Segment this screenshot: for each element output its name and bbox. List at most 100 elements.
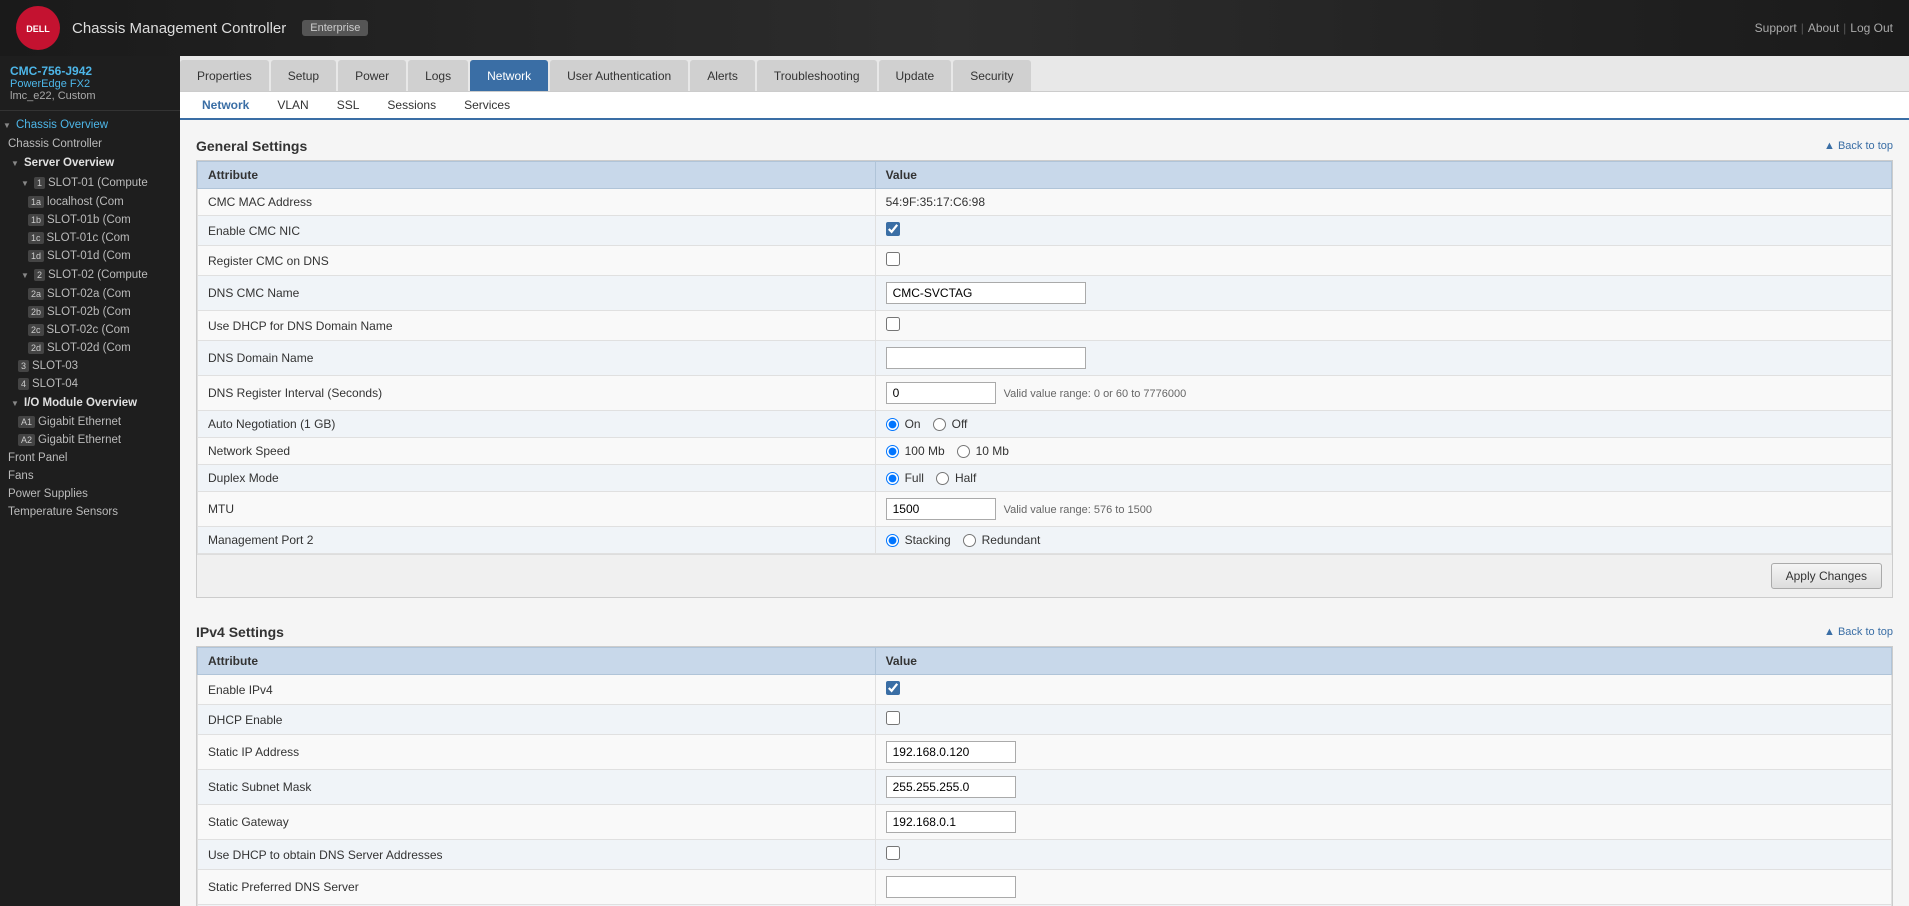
attr-value xyxy=(875,770,1891,805)
checkbox-input[interactable] xyxy=(886,711,900,725)
radio-input[interactable] xyxy=(963,534,976,547)
attr-label: Management Port 2 xyxy=(198,527,876,554)
tab-security[interactable]: Security xyxy=(953,60,1030,91)
table-row: Management Port 2 Stacking Redundant xyxy=(198,527,1892,554)
sidebar-item-slot04[interactable]: 4SLOT-04 xyxy=(0,375,180,393)
tab-user-auth[interactable]: User Authentication xyxy=(550,60,688,91)
sidebar-item-slot01c[interactable]: 1cSLOT-01c (Com xyxy=(0,229,180,247)
tab-properties[interactable]: Properties xyxy=(180,60,269,91)
table-row: Enable CMC NIC xyxy=(198,216,1892,246)
sidebar-item-slot01[interactable]: ▼1SLOT-01 (Compute xyxy=(0,173,180,193)
support-link[interactable]: Support xyxy=(1755,21,1797,35)
top-nav: Support | About | Log Out xyxy=(1755,21,1893,35)
radio-input[interactable] xyxy=(886,445,899,458)
enterprise-badge: Enterprise xyxy=(302,20,368,36)
attr-label: CMC MAC Address xyxy=(198,189,876,216)
radio-group: Stacking Redundant xyxy=(886,533,1881,547)
general-settings-title: General Settings xyxy=(196,138,307,154)
sidebar-item-slot01a[interactable]: 1alocalhost (Com xyxy=(0,193,180,211)
sidebar-item-front-panel[interactable]: Front Panel xyxy=(0,449,180,467)
logout-link[interactable]: Log Out xyxy=(1850,21,1893,35)
tab-update[interactable]: Update xyxy=(879,60,952,91)
sidebar-item-temp-sensors[interactable]: Temperature Sensors xyxy=(0,503,180,521)
text-input[interactable] xyxy=(886,876,1016,898)
sidebar-item-slot02c[interactable]: 2cSLOT-02c (Com xyxy=(0,321,180,339)
device-name: CMC-756-J942 xyxy=(10,64,170,78)
text-input-range[interactable] xyxy=(886,498,996,520)
sidebar-item-chassis-controller[interactable]: Chassis Controller xyxy=(0,135,180,153)
radio-input[interactable] xyxy=(933,418,946,431)
sidebar-item-power-supplies[interactable]: Power Supplies xyxy=(0,485,180,503)
text-input[interactable] xyxy=(886,282,1086,304)
text-input[interactable] xyxy=(886,347,1086,369)
attr-label: Use DHCP for DNS Domain Name xyxy=(198,311,876,341)
attr-label: DNS Register Interval (Seconds) xyxy=(198,376,876,411)
radio-input[interactable] xyxy=(886,418,899,431)
attr-value: OnOff xyxy=(875,411,1891,438)
attr-label: Register CMC on DNS xyxy=(198,246,876,276)
header: DELL Chassis Management Controller Enter… xyxy=(0,0,1909,56)
table-row: Static Gateway xyxy=(198,805,1892,840)
tab-alerts[interactable]: Alerts xyxy=(690,60,755,91)
ipv4-back-to-top[interactable]: ▲ Back to top xyxy=(1824,626,1893,638)
general-settings-table: Attribute Value CMC MAC Address54:9F:35:… xyxy=(197,161,1892,554)
checkbox-input[interactable] xyxy=(886,681,900,695)
checkbox-input[interactable] xyxy=(886,222,900,236)
radio-input[interactable] xyxy=(936,472,949,485)
valid-range-label: Valid value range: 0 or 60 to 7776000 xyxy=(1004,388,1187,400)
sidebar-item-gige-a2[interactable]: A2Gigabit Ethernet xyxy=(0,431,180,449)
page-content: General Settings ▲ Back to top Attribute… xyxy=(180,120,1909,906)
sub-tab-ssl[interactable]: SSL xyxy=(323,92,374,120)
about-link[interactable]: About xyxy=(1808,21,1839,35)
sub-tab-vlan[interactable]: VLAN xyxy=(263,92,322,120)
sidebar-item-gige-a1[interactable]: A1Gigabit Ethernet xyxy=(0,413,180,431)
radio-group: FullHalf xyxy=(886,471,1881,485)
radio-input[interactable] xyxy=(886,534,899,547)
sidebar-item-slot02d[interactable]: 2dSLOT-02d (Com xyxy=(0,339,180,357)
general-apply-btn[interactable]: Apply Changes xyxy=(1771,563,1882,589)
tab-power[interactable]: Power xyxy=(338,60,406,91)
sub-tab-sessions[interactable]: Sessions xyxy=(373,92,450,120)
attr-value xyxy=(875,311,1891,341)
sidebar-item-slot02[interactable]: ▼2SLOT-02 (Compute xyxy=(0,265,180,285)
table-row: DNS CMC Name xyxy=(198,276,1892,311)
general-back-to-top[interactable]: ▲ Back to top xyxy=(1824,140,1893,152)
text-input[interactable] xyxy=(886,741,1016,763)
sidebar-item-slot03[interactable]: 3SLOT-03 xyxy=(0,357,180,375)
radio-label: Redundant xyxy=(963,533,1041,547)
radio-input[interactable] xyxy=(957,445,970,458)
radio-label: Half xyxy=(936,471,976,485)
sub-tab-network-sub[interactable]: Network xyxy=(188,92,263,120)
text-input[interactable] xyxy=(886,811,1016,833)
radio-label: 10 Mb xyxy=(957,444,1009,458)
attr-value xyxy=(875,870,1891,905)
tab-setup[interactable]: Setup xyxy=(271,60,336,91)
sub-tab-services[interactable]: Services xyxy=(450,92,524,120)
table-row: Use DHCP for DNS Domain Name xyxy=(198,311,1892,341)
checkbox-input[interactable] xyxy=(886,252,900,266)
sidebar-item-fans[interactable]: Fans xyxy=(0,467,180,485)
ipv4-settings-table: Attribute Value Enable IPv4DHCP EnableSt… xyxy=(197,647,1892,906)
checkbox-input[interactable] xyxy=(886,846,900,860)
attr-value xyxy=(875,735,1891,770)
checkbox-input[interactable] xyxy=(886,317,900,331)
text-input-range[interactable] xyxy=(886,382,996,404)
text-input[interactable] xyxy=(886,776,1016,798)
sidebar-item-chassis-overview[interactable]: ▼Chassis Overview xyxy=(0,115,180,135)
table-row: MTUValid value range: 576 to 1500 xyxy=(198,492,1892,527)
sidebar-item-server-overview[interactable]: ▼Server Overview xyxy=(0,153,180,173)
tab-logs[interactable]: Logs xyxy=(408,60,468,91)
ipv4-col-attr: Attribute xyxy=(198,648,876,675)
radio-label: Stacking xyxy=(886,533,951,547)
sidebar-item-slot02b[interactable]: 2bSLOT-02b (Com xyxy=(0,303,180,321)
sidebar-item-io-module[interactable]: ▼I/O Module Overview xyxy=(0,393,180,413)
general-col-value: Value xyxy=(875,162,1891,189)
radio-input[interactable] xyxy=(886,472,899,485)
sidebar-item-slot01b[interactable]: 1bSLOT-01b (Com xyxy=(0,211,180,229)
attr-label: DHCP Enable xyxy=(198,705,876,735)
tab-network[interactable]: Network xyxy=(470,60,548,91)
sidebar-item-slot02a[interactable]: 2aSLOT-02a (Com xyxy=(0,285,180,303)
tab-troubleshooting[interactable]: Troubleshooting xyxy=(757,60,877,91)
sidebar-item-slot01d[interactable]: 1dSLOT-01d (Com xyxy=(0,247,180,265)
device-sub: lmc_e22, Custom xyxy=(10,90,170,102)
